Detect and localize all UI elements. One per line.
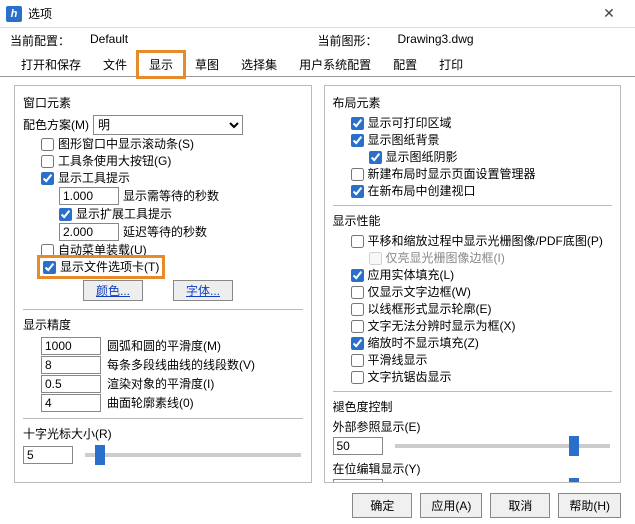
cb-wire-outline[interactable]: 以线框形式显示轮廓(E) [351,301,492,317]
crosshair-title: 十字光标大小(R) [23,425,303,442]
footer-buttons: 确定 应用(A) 取消 帮助(H) [352,493,621,518]
tab-open-save[interactable]: 打开和保存 [10,52,92,77]
cb-no-fill-drag[interactable]: 缩放时不显示填充(Z) [351,335,479,351]
cb-new-layout-psetup[interactable]: 新建布局时显示页面设置管理器 [351,166,536,182]
tip-seconds-input[interactable] [59,187,119,205]
help-button[interactable]: 帮助(H) [558,493,621,518]
tab-user-sys[interactable]: 用户系统配置 [288,52,382,77]
arc-smooth-input[interactable] [41,337,101,355]
titlebar: h 选项 ✕ [0,0,635,28]
app-icon: h [6,6,22,22]
tab-strip: 打开和保存 文件 显示 草图 选择集 用户系统配置 配置 打印 [0,51,635,77]
render-smooth-input[interactable] [41,375,101,393]
inplace-label: 在位编辑显示(Y) [333,461,613,477]
highlight-file-tabs: 显示文件选项卡(T) [41,259,161,275]
tab-draft[interactable]: 草图 [184,52,230,77]
tab-display[interactable]: 显示 [138,52,184,77]
cb-text-frame[interactable]: 仅显示文字边框(W) [351,284,471,300]
cb-ext-tips[interactable]: 显示扩展工具提示 [59,206,172,222]
crosshair-slider[interactable] [85,453,301,457]
poly-seg-label: 每条多段线曲线的线段数(V) [107,357,255,373]
cancel-button[interactable]: 取消 [490,493,550,518]
content-panels: 窗口元素 配色方案(M) 明 图形窗口中显示滚动条(S) 工具条使用大按钮(G)… [0,77,635,487]
close-button[interactable]: ✕ [589,0,629,28]
cb-paper-bg[interactable]: 显示图纸背景 [351,132,440,148]
poly-seg-input[interactable] [41,356,101,374]
tip-seconds-label: 显示需等待的秒数 [123,188,219,204]
color-scheme-label: 配色方案(M) [23,117,89,133]
cb-highlight-frame[interactable]: 仅亮显光栅图像边框(I) [369,250,505,266]
inplace-input[interactable] [333,479,383,483]
cb-raster-pan[interactable]: 平移和缩放过程中显示光栅图像/PDF底图(P) [351,233,603,249]
current-drawing-label: 当前图形： [318,32,398,49]
cb-scrollbars[interactable]: 图形窗口中显示滚动条(S) [41,136,194,152]
ext-delay-input[interactable] [59,223,119,241]
layout-elem-title: 布局元素 [333,94,613,111]
info-row: 当前配置： Default 当前图形： Drawing3.dwg [0,28,635,51]
current-drawing-value: Drawing3.dwg [398,32,626,49]
xref-input[interactable] [333,437,383,455]
cb-show-tooltips[interactable]: 显示工具提示 [41,170,130,186]
cb-large-toolbar[interactable]: 工具条使用大按钮(G) [41,153,171,169]
cb-text-as-box[interactable]: 文字无法分辨时显示为框(X) [351,318,516,334]
render-smooth-label: 渲染对象的平滑度(I) [107,376,214,392]
color-button[interactable]: 颜色... [83,280,143,301]
ext-delay-label: 延迟等待的秒数 [123,224,207,240]
cb-solid-fill[interactable]: 应用实体填充(L) [351,267,455,283]
cb-paper-shadow[interactable]: 显示图纸阴影 [369,149,458,165]
cb-create-viewport[interactable]: 在新布局中创建视口 [351,183,476,199]
current-config-label: 当前配置： [10,32,90,49]
right-panel: 布局元素 显示可打印区域 显示图纸背景 显示图纸阴影 新建布局时显示页面设置管理… [324,85,622,483]
surface-lines-input[interactable] [41,394,101,412]
xref-label: 外部参照显示(E) [333,419,613,435]
window-elements-title: 窗口元素 [23,94,303,111]
cb-auto-menu[interactable]: 自动菜单装载(U) [41,242,147,258]
apply-button[interactable]: 应用(A) [420,493,482,518]
cb-print-area[interactable]: 显示可打印区域 [351,115,452,131]
cb-antialias-text[interactable]: 文字抗锯齿显示 [351,369,452,385]
surface-lines-label: 曲面轮廓素线(0) [107,395,194,411]
fade-title: 褪色度控制 [333,398,613,415]
xref-slider[interactable] [395,444,611,448]
ok-button[interactable]: 确定 [352,493,412,518]
cb-smooth-line[interactable]: 平滑线显示 [351,352,428,368]
tab-file[interactable]: 文件 [92,52,138,77]
perf-title: 显示性能 [333,212,613,229]
cb-file-tabs[interactable]: 显示文件选项卡(T) [43,259,159,275]
color-scheme-select[interactable]: 明 [93,115,243,135]
left-panel: 窗口元素 配色方案(M) 明 图形窗口中显示滚动条(S) 工具条使用大按钮(G)… [14,85,312,483]
font-button[interactable]: 字体... [173,280,233,301]
tab-select[interactable]: 选择集 [230,52,288,77]
crosshair-input[interactable] [23,446,73,464]
display-precision-title: 显示精度 [23,316,303,333]
tab-print[interactable]: 打印 [428,52,474,77]
arc-smooth-label: 圆弧和圆的平滑度(M) [107,338,221,354]
tab-config[interactable]: 配置 [382,52,428,77]
window-title: 选项 [28,5,589,22]
current-config-value: Default [90,32,318,49]
